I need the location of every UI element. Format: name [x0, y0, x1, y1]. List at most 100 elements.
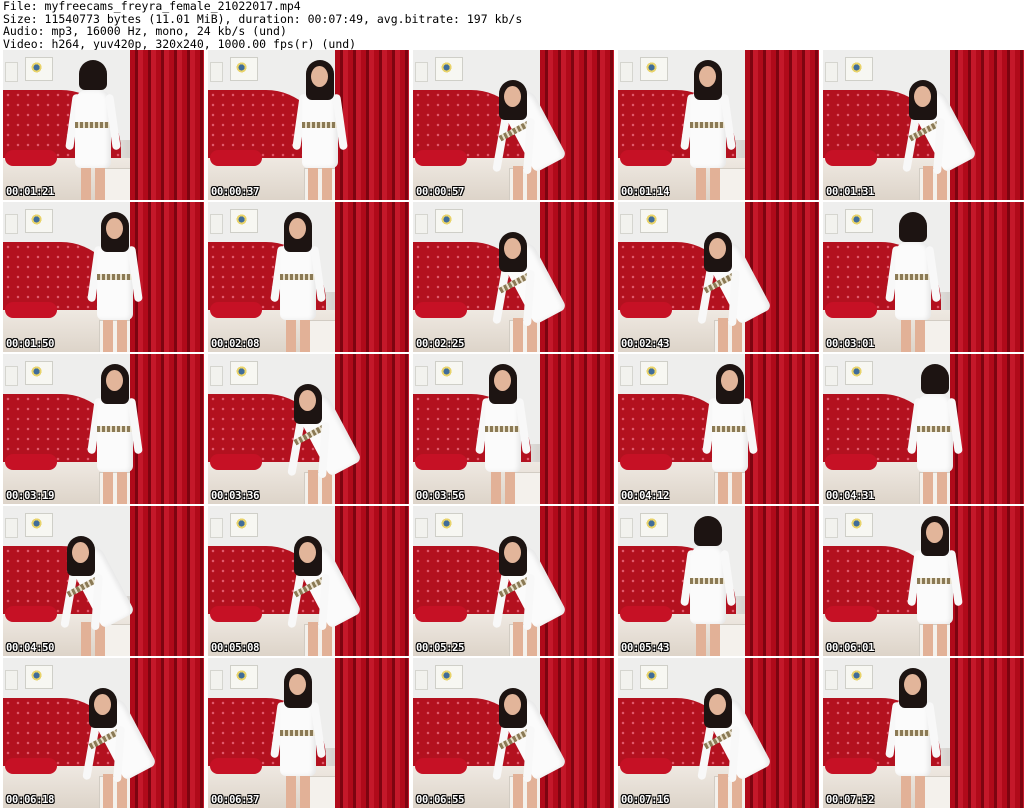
- timestamp-label: 00:00:37: [211, 186, 260, 198]
- thumbnail-frame: 00:03:56: [413, 354, 614, 504]
- thumbnail-frame: 00:04:12: [618, 354, 819, 504]
- wall-picture: [435, 513, 463, 537]
- gold-belt: [690, 122, 726, 128]
- gold-belt: [302, 122, 338, 128]
- person-figure: [680, 516, 742, 656]
- red-curtain: [950, 202, 1024, 352]
- face: [106, 370, 123, 391]
- red-pillow: [620, 302, 672, 318]
- legs: [308, 166, 332, 200]
- red-pillow: [415, 150, 467, 166]
- thumbnail-frame: 00:01:14: [618, 50, 819, 200]
- thumbnail-frame: 00:01:50: [3, 202, 204, 352]
- wall-frame-small: [620, 62, 633, 82]
- gold-belt: [917, 578, 953, 584]
- wall-frame-small: [5, 366, 18, 386]
- red-pillow: [825, 150, 877, 166]
- face: [699, 66, 716, 87]
- hair: [899, 212, 927, 242]
- thumbnail-frame: 00:05:43: [618, 506, 819, 656]
- gold-belt: [75, 122, 111, 128]
- wall-frame-small: [825, 214, 838, 234]
- wall-picture: [435, 57, 463, 81]
- wall-frame-small: [5, 518, 18, 538]
- timestamp-label: 00:04:31: [826, 490, 875, 502]
- person-figure: [697, 212, 772, 352]
- wall-frame-small: [620, 518, 633, 538]
- thumbnail-frame: 00:03:36: [208, 354, 409, 504]
- thumbnail-frame: 00:03:19: [3, 354, 204, 504]
- person-figure: [492, 668, 567, 808]
- wall-picture: [435, 665, 463, 689]
- timestamp-label: 00:01:21: [6, 186, 55, 198]
- timestamp-label: 00:05:43: [621, 642, 670, 654]
- red-pillow: [210, 758, 262, 774]
- legs: [901, 318, 925, 352]
- thumbnail-frame: 00:05:25: [413, 506, 614, 656]
- wall-frame-small: [825, 518, 838, 538]
- wall-frame-small: [620, 214, 633, 234]
- legs: [286, 318, 310, 352]
- red-curtain: [745, 50, 819, 200]
- wall-frame-small: [210, 62, 223, 82]
- red-pillow: [620, 606, 672, 622]
- thumbnail-frame: 00:03:01: [823, 202, 1024, 352]
- face: [299, 390, 316, 411]
- face: [299, 542, 316, 563]
- timestamp-label: 00:02:43: [621, 338, 670, 350]
- timestamp-label: 00:02:25: [416, 338, 465, 350]
- gold-belt: [917, 426, 953, 432]
- red-pillow: [5, 302, 57, 318]
- thumbnail-frame: 00:06:37: [208, 658, 409, 808]
- wall-picture: [845, 513, 873, 537]
- wall-frame-small: [5, 62, 18, 82]
- legs: [286, 774, 310, 808]
- red-pillow: [210, 150, 262, 166]
- thumbnail-frame: 00:02:43: [618, 202, 819, 352]
- legs: [923, 470, 947, 504]
- red-pillow: [825, 606, 877, 622]
- red-pillow: [415, 454, 467, 470]
- person-figure: [292, 60, 354, 200]
- hair: [921, 364, 949, 394]
- face: [904, 674, 921, 695]
- timestamp-label: 00:06:01: [826, 642, 875, 654]
- red-pillow: [825, 454, 877, 470]
- person-figure: [287, 364, 362, 504]
- red-pillow: [620, 454, 672, 470]
- legs: [81, 166, 105, 200]
- thumbnail-frame: 00:00:57: [413, 50, 614, 200]
- wall-picture: [435, 361, 463, 385]
- wall-frame-small: [210, 366, 223, 386]
- timestamp-label: 00:06:37: [211, 794, 260, 806]
- timestamp-label: 00:00:57: [416, 186, 465, 198]
- wall-picture: [230, 361, 258, 385]
- red-pillow: [825, 302, 877, 318]
- thumbnail-frame: 00:04:31: [823, 354, 1024, 504]
- thumbnail-frame: 00:02:08: [208, 202, 409, 352]
- timestamp-label: 00:02:08: [211, 338, 260, 350]
- gold-belt: [280, 730, 316, 736]
- red-pillow: [620, 758, 672, 774]
- wall-frame-small: [620, 366, 633, 386]
- wall-picture: [640, 361, 668, 385]
- wall-frame-small: [415, 518, 428, 538]
- file-info-header: File: myfreecams_freyra_female_21022017.…: [0, 0, 1024, 50]
- timestamp-label: 00:03:56: [416, 490, 465, 502]
- wall-frame-small: [210, 518, 223, 538]
- wall-picture: [230, 57, 258, 81]
- person-figure: [60, 516, 135, 656]
- wall-frame-small: [825, 670, 838, 690]
- red-curtain: [335, 202, 409, 352]
- gold-belt: [97, 274, 133, 280]
- timestamp-label: 00:04:50: [6, 642, 55, 654]
- timestamp-label: 00:01:50: [6, 338, 55, 350]
- person-figure: [902, 60, 977, 200]
- person-figure: [702, 364, 764, 504]
- gold-belt: [690, 578, 726, 584]
- timestamp-label: 00:06:18: [6, 794, 55, 806]
- hair: [79, 60, 107, 90]
- face: [721, 370, 738, 391]
- legs: [103, 318, 127, 352]
- timestamp-label: 00:04:12: [621, 490, 670, 502]
